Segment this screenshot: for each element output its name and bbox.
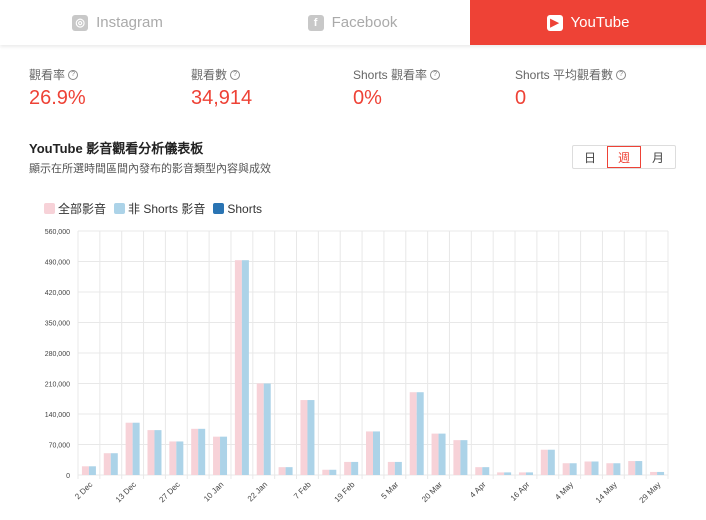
bar-all (103, 453, 111, 475)
bar-non-shorts (591, 461, 599, 475)
x-tick-label: 20 Mar (420, 480, 444, 504)
bar-all (322, 469, 330, 475)
bar-all (366, 431, 373, 475)
bar-non-shorts (176, 441, 184, 475)
bar-all (562, 463, 570, 475)
bar-non-shorts (525, 472, 533, 475)
bar-all (475, 467, 483, 475)
bar-non-shorts (373, 431, 380, 475)
bar-all (278, 467, 286, 475)
bar-chart: 0 70,000 140,000 210,000 280,000 350,000 420,0… (45, 229, 669, 505)
bar-non-shorts (657, 471, 665, 475)
bar-all (497, 472, 505, 475)
bar-non-shorts (220, 436, 228, 475)
y-tick-label: 420,000 (45, 290, 70, 297)
bar-non-shorts (88, 466, 96, 475)
x-tick-label: 7 Feb (292, 480, 313, 501)
bar-all (256, 383, 264, 475)
bar-all (650, 471, 658, 475)
bar-non-shorts (329, 469, 337, 475)
bar-non-shorts (351, 461, 359, 475)
x-tick-label: 27 Dec (157, 480, 181, 504)
bar-all (300, 400, 308, 475)
bar-non-shorts (241, 260, 249, 475)
bar-non-shorts (416, 392, 424, 475)
y-tick-label: 210,000 (45, 382, 70, 389)
y-tick-label: 140,000 (45, 412, 70, 419)
x-tick-label: 4 May (553, 480, 575, 502)
bar-all (191, 428, 199, 475)
bar-all (234, 260, 242, 475)
x-tick-label: 29 May (638, 480, 663, 505)
bar-non-shorts (482, 467, 490, 475)
y-tick-label: 560,000 (45, 229, 70, 236)
bar-all (518, 472, 526, 475)
bar-all (344, 461, 352, 475)
bar-non-shorts (460, 440, 468, 475)
y-tick-label: 350,000 (45, 321, 70, 328)
bar-non-shorts (438, 433, 446, 475)
bar-non-shorts (263, 383, 271, 475)
bar-all (606, 463, 614, 475)
bar-all (81, 466, 89, 475)
x-tick-label: 2 Dec (73, 480, 94, 501)
bar-all (431, 433, 439, 475)
bar-non-shorts (285, 467, 293, 475)
x-tick-label: 13 Dec (114, 480, 138, 504)
bar-non-shorts (547, 449, 555, 475)
x-tick-label: 10 Jan (202, 480, 225, 503)
bar-all (169, 441, 177, 475)
bar-all (387, 461, 395, 475)
bar-all (147, 430, 155, 475)
bar-non-shorts (635, 461, 643, 475)
x-tick-label: 16 Apr (509, 480, 532, 503)
bar-all (628, 461, 636, 475)
bar-non-shorts (154, 430, 162, 475)
bar-non-shorts (132, 422, 140, 475)
x-tick-label: 4 Apr (468, 480, 488, 500)
x-tick-label: 22 Jan (246, 480, 269, 503)
bar-non-shorts (569, 463, 577, 475)
bar-non-shorts (110, 453, 118, 475)
bar-non-shorts (307, 400, 315, 475)
y-tick-label: 490,000 (45, 260, 70, 267)
bar-non-shorts (613, 463, 621, 475)
bar-all (540, 449, 548, 475)
bar-non-shorts (394, 461, 402, 475)
y-tick-label: 280,000 (45, 351, 70, 358)
bar-non-shorts (198, 428, 206, 475)
bar-all (409, 392, 417, 475)
x-tick-label: 19 Feb (333, 480, 357, 504)
y-tick-label: 0 (66, 473, 70, 480)
bar-all (213, 436, 221, 475)
bar-all (125, 422, 133, 475)
x-tick-label: 5 Mar (379, 480, 400, 501)
x-tick-label: 14 May (594, 480, 619, 505)
bar-non-shorts (504, 472, 512, 475)
bar-all (453, 440, 461, 475)
y-tick-label: 70,000 (49, 443, 71, 450)
bar-all (584, 461, 592, 475)
